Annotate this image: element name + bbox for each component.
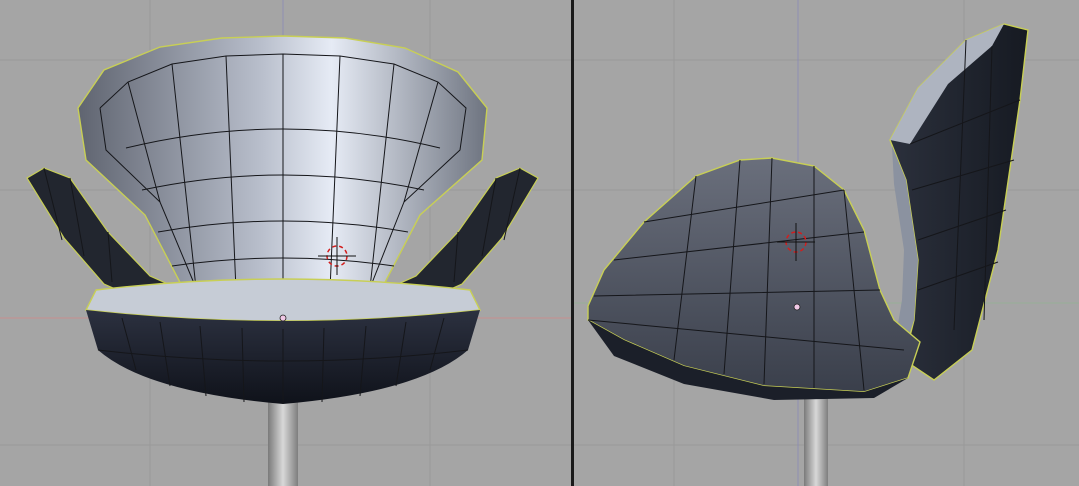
front-view-canvas[interactable]: [0, 0, 571, 486]
chair-mesh[interactable]: [587, 23, 1029, 400]
object-origin-icon: [279, 314, 287, 322]
chair-stand[interactable]: [804, 388, 828, 486]
front-viewport[interactable]: [0, 0, 571, 486]
chair-stand[interactable]: [268, 395, 298, 486]
viewport-area: [0, 0, 1079, 486]
side-viewport[interactable]: [574, 0, 1079, 486]
chair-mesh[interactable]: [26, 35, 539, 404]
side-view-canvas[interactable]: [574, 0, 1079, 486]
object-origin-icon: [793, 303, 801, 311]
